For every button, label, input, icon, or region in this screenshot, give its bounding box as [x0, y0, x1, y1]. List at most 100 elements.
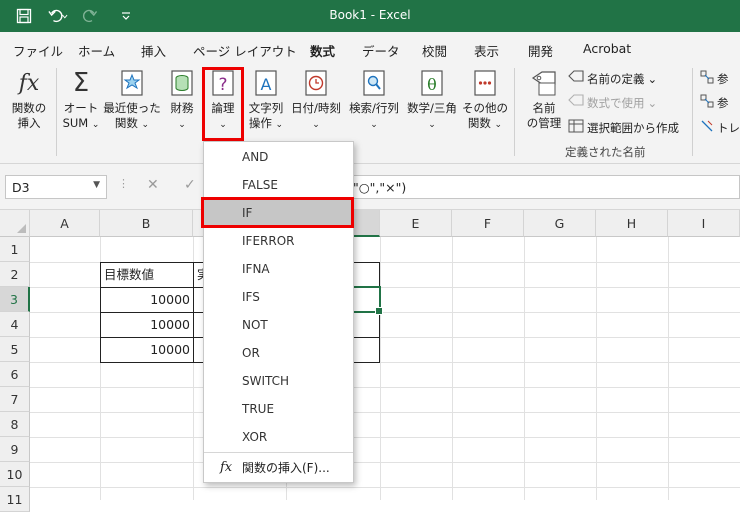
tab-home[interactable]: ホーム: [78, 41, 115, 60]
chevron-down-icon: ⌄: [91, 120, 100, 130]
tab-acrobat[interactable]: Acrobat: [583, 41, 631, 56]
insert-function-button[interactable]: fx 関数の 挿入: [6, 68, 52, 131]
more-functions-button[interactable]: その他の 関数 ⌄: [461, 68, 509, 133]
more-dots-book-icon: [470, 68, 500, 98]
ribbon-separator: [514, 68, 515, 156]
tab-page-layout[interactable]: ページ レイアウト: [193, 41, 297, 60]
menu-item-insert-function[interactable]: fx 関数の挿入(F)...: [204, 454, 353, 482]
chevron-down-icon: ⌄: [370, 120, 378, 130]
autosum-button[interactable]: Σ オート SUM ⌄: [60, 68, 102, 133]
column-header[interactable]: A: [30, 210, 100, 237]
clock-book-icon: [301, 68, 331, 98]
gridline: [30, 412, 740, 413]
remove-arrows-button[interactable]: トレ: [700, 119, 740, 136]
svg-text:A: A: [261, 75, 272, 94]
svg-text:θ: θ: [427, 75, 437, 94]
column-header[interactable]: E: [380, 210, 452, 237]
date-time-button[interactable]: 日付/時刻 ⌄: [287, 68, 345, 133]
row-header[interactable]: 8: [0, 412, 30, 437]
name-box[interactable]: D3 ▼: [5, 175, 107, 199]
cell-b4[interactable]: 10000: [101, 312, 193, 337]
ribbon: fx 関数の 挿入 Σ オート SUM ⌄ 最近使った 関数 ⌄ 財務 ⌄ ? …: [0, 64, 740, 164]
row-header[interactable]: 1: [0, 237, 30, 262]
menu-item-and[interactable]: AND: [204, 143, 353, 171]
tag-icon: [529, 68, 559, 98]
magnifier-book-icon: [359, 68, 389, 98]
trace-precedents-button[interactable]: 参: [700, 70, 729, 87]
menu-item-iferror[interactable]: IFERROR: [204, 227, 353, 255]
grid-small-icon: [568, 119, 584, 136]
menu-item-true[interactable]: TRUE: [204, 395, 353, 423]
row-header[interactable]: 6: [0, 362, 30, 387]
column-header[interactable]: G: [524, 210, 596, 237]
logical-functions-menu: AND FALSE IF IFERROR IFNA IFS NOT OR SWI…: [203, 141, 354, 483]
cell-b3[interactable]: 10000: [101, 287, 193, 312]
more-vertical-icon: ⋮: [118, 177, 129, 190]
tab-formulas[interactable]: 数式: [310, 41, 335, 68]
tab-insert[interactable]: 挿入: [141, 41, 166, 60]
menu-item-or[interactable]: OR: [204, 339, 353, 367]
define-name-button[interactable]: 名前の定義 ⌄: [568, 70, 657, 87]
name-manager-button[interactable]: 名前 の管理: [522, 68, 566, 131]
row-header[interactable]: 9: [0, 437, 30, 462]
gridline: [30, 437, 740, 438]
gridline: [30, 462, 740, 463]
cell-b2[interactable]: 目標数値: [101, 262, 193, 287]
financial-button[interactable]: 財務 ⌄: [163, 68, 201, 133]
create-from-selection-button[interactable]: 選択範囲から作成: [568, 119, 679, 136]
gridline: [30, 387, 740, 388]
menu-separator: [204, 452, 353, 453]
tag-small-icon: [568, 70, 584, 87]
row-header[interactable]: 4: [0, 312, 30, 337]
row-header[interactable]: 3: [0, 287, 30, 312]
chevron-down-icon: ⌄: [428, 120, 436, 130]
trace-dependents-icon: [700, 94, 714, 111]
fx-icon: fx: [220, 460, 233, 475]
recently-used-button[interactable]: 最近使った 関数 ⌄: [102, 68, 162, 133]
column-header[interactable]: H: [596, 210, 668, 237]
formula-small-icon: [568, 94, 584, 111]
worksheet-grid: A B C D E F G H I 1 2 3 4 5 6 7 8 9 10 1…: [0, 210, 740, 512]
gridline: [596, 237, 597, 500]
gridline: [668, 237, 669, 500]
tab-file[interactable]: ファイル: [13, 41, 63, 60]
row-header[interactable]: 7: [0, 387, 30, 412]
tab-data[interactable]: データ: [362, 41, 400, 60]
menu-item-ifna[interactable]: IFNA: [204, 255, 353, 283]
select-all-corner[interactable]: [0, 210, 30, 237]
chevron-down-icon: ⌄: [647, 71, 658, 86]
coins-book-icon: [167, 68, 197, 98]
trace-precedents-icon: [700, 70, 714, 87]
math-trig-button[interactable]: θ 数学/三角 ⌄: [403, 68, 461, 133]
row-header[interactable]: 5: [0, 337, 30, 362]
tab-review[interactable]: 校閲: [422, 41, 447, 60]
tab-view[interactable]: 表示: [474, 41, 499, 60]
logical-highlight-box: [202, 67, 244, 141]
menu-item-switch[interactable]: SWITCH: [204, 367, 353, 395]
chevron-down-icon: ▼: [93, 180, 100, 190]
window-title: Book1 - Excel: [329, 8, 411, 22]
row-header[interactable]: 2: [0, 262, 30, 287]
tab-developer[interactable]: 開発: [528, 41, 553, 60]
chevron-down-icon: ⌄: [494, 120, 503, 130]
column-header[interactable]: F: [452, 210, 524, 237]
menu-item-false[interactable]: FALSE: [204, 171, 353, 199]
row-header[interactable]: 10: [0, 462, 30, 487]
column-header[interactable]: B: [100, 210, 193, 237]
menu-item-ifs[interactable]: IFS: [204, 283, 353, 311]
text-button[interactable]: A 文字列 操作 ⌄: [245, 68, 287, 133]
gridline: [452, 237, 453, 500]
use-in-formula-button[interactable]: 数式で使用 ⌄: [568, 94, 657, 111]
enter-icon[interactable]: ✓: [184, 177, 196, 193]
fx-icon: fx: [18, 70, 40, 96]
ribbon-separator: [56, 68, 57, 156]
trace-dependents-button[interactable]: 参: [700, 94, 729, 111]
cell-b5[interactable]: 10000: [101, 337, 193, 362]
chevron-down-icon: ⌄: [647, 95, 658, 110]
menu-item-xor[interactable]: XOR: [204, 423, 353, 451]
cancel-icon[interactable]: ✕: [147, 177, 159, 193]
lookup-reference-button[interactable]: 検索/行列 ⌄: [345, 68, 403, 133]
menu-item-not[interactable]: NOT: [204, 311, 353, 339]
ribbon-separator: [692, 68, 693, 156]
column-header[interactable]: I: [668, 210, 740, 237]
